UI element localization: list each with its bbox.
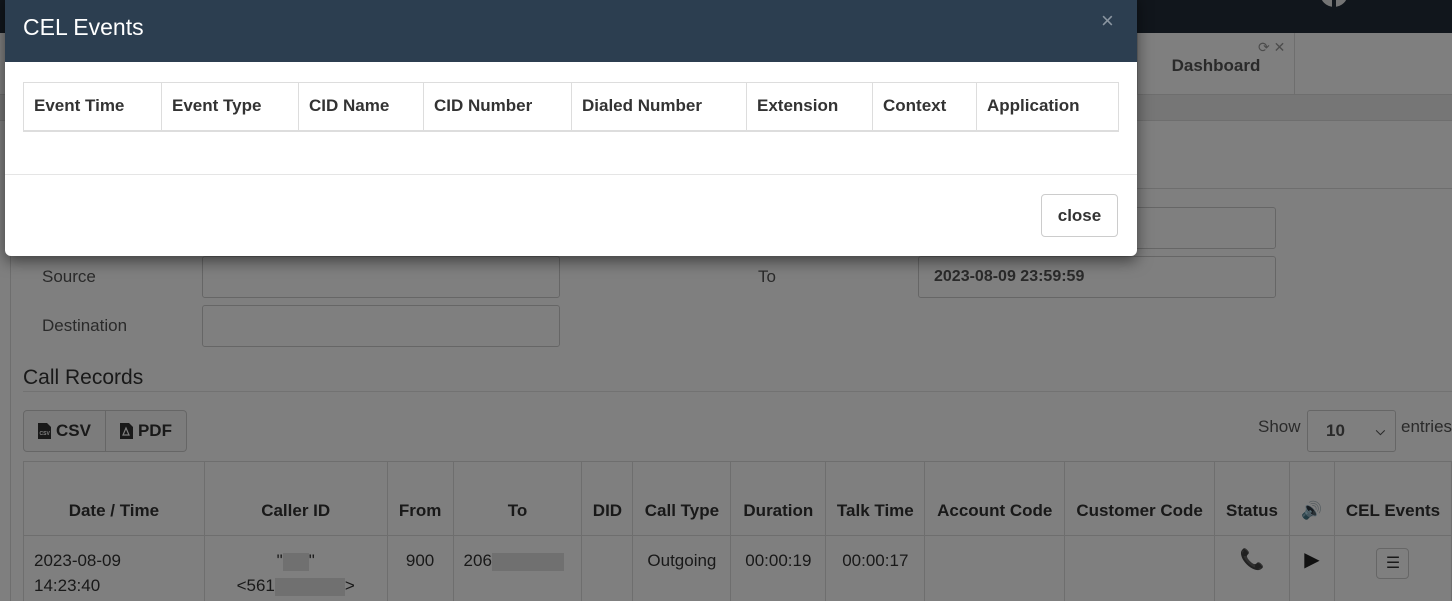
close-button[interactable]: close bbox=[1041, 194, 1118, 237]
modal-footer-divider bbox=[5, 174, 1137, 175]
modal-header: CEL Events × bbox=[5, 0, 1137, 62]
column-header[interactable]: Event Type bbox=[161, 82, 299, 132]
cel-events-modal: CEL Events × Event Time Event Type CID N… bbox=[5, 0, 1137, 256]
column-header[interactable]: Event Time bbox=[23, 82, 162, 132]
column-header[interactable]: Application bbox=[976, 82, 1119, 132]
cel-events-table: Event Time Event Type CID Name CID Numbe… bbox=[23, 82, 1119, 132]
column-header[interactable]: Context bbox=[872, 82, 977, 132]
column-header[interactable]: CID Number bbox=[423, 82, 572, 132]
column-header[interactable]: CID Name bbox=[298, 82, 424, 132]
close-icon[interactable]: × bbox=[1101, 8, 1114, 34]
table-header-row: Event Time Event Type CID Name CID Numbe… bbox=[23, 82, 1119, 132]
modal-title: CEL Events bbox=[23, 14, 144, 40]
column-header[interactable]: Extension bbox=[746, 82, 873, 132]
column-header[interactable]: Dialed Number bbox=[571, 82, 747, 132]
